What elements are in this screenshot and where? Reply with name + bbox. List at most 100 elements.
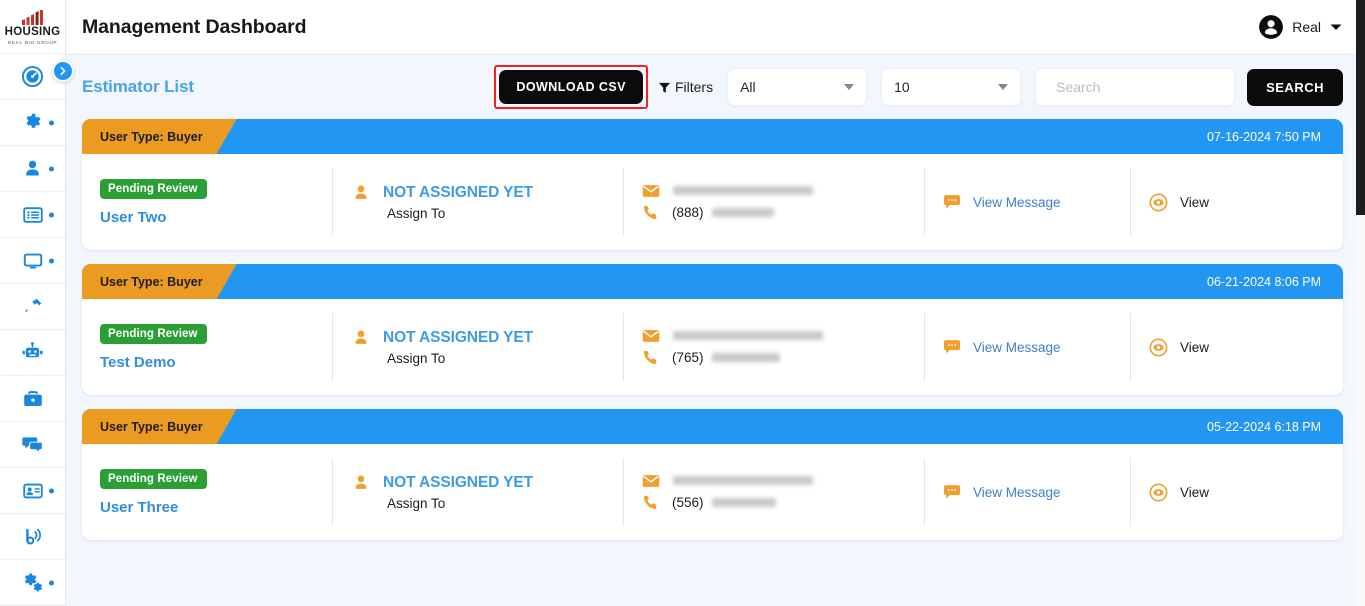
email-redacted bbox=[673, 476, 813, 485]
brand-logo[interactable]: HOUSING REAL BID GROUP bbox=[0, 0, 65, 54]
assignee-link[interactable]: NOT ASSIGNED YET bbox=[383, 184, 533, 202]
card-body: Pending Review Test Demo NOT ASSIGNED YE… bbox=[82, 299, 1343, 395]
search-button[interactable]: SEARCH bbox=[1247, 68, 1343, 106]
search-input[interactable] bbox=[1056, 79, 1238, 95]
filters-button[interactable]: Filters bbox=[658, 79, 713, 95]
assignee-row[interactable]: NOT ASSIGNED YET bbox=[351, 328, 605, 348]
assign-to-label: Assign To bbox=[387, 206, 446, 221]
page-size-select-value: 10 bbox=[894, 79, 910, 95]
app-root: HOUSING REAL BID GROUP Management Dashbo… bbox=[0, 0, 1365, 606]
chevron-right-icon bbox=[60, 66, 66, 76]
user-type-select[interactable]: All bbox=[727, 68, 868, 106]
card-header: User Type: Buyer 05-22-2024 6:18 PM bbox=[82, 409, 1343, 444]
card-view-column: View bbox=[1131, 154, 1343, 250]
phone-row[interactable]: (888) bbox=[642, 204, 906, 221]
assign-to-label: Assign To bbox=[387, 351, 446, 366]
status-badge: Pending Review bbox=[100, 323, 207, 344]
view-button[interactable]: View bbox=[1149, 338, 1209, 357]
card-name-column: Pending Review User Two bbox=[82, 154, 332, 250]
sidebar: HOUSING REAL BID GROUP bbox=[0, 0, 66, 606]
sidebar-dot bbox=[49, 580, 54, 585]
download-csv-button[interactable]: DOWNLOAD CSV bbox=[499, 70, 643, 104]
chevron-down-icon bbox=[1330, 24, 1342, 30]
estimator-card: User Type: Buyer 06-21-2024 8:06 PM Pend… bbox=[82, 264, 1343, 395]
hammer-icon bbox=[24, 298, 41, 312]
card-header: User Type: Buyer 06-21-2024 8:06 PM bbox=[82, 264, 1343, 299]
gear-icon bbox=[26, 113, 41, 128]
view-button[interactable]: View bbox=[1149, 193, 1209, 212]
card-date: 06-21-2024 8:06 PM bbox=[1207, 274, 1321, 289]
sidebar-item-lists[interactable] bbox=[0, 192, 65, 238]
customer-name-link[interactable]: User Two bbox=[100, 209, 314, 226]
page-scrollbar-thumb[interactable] bbox=[1356, 0, 1365, 215]
assign-to-label: Assign To bbox=[387, 496, 446, 511]
card-view-column: View bbox=[1131, 444, 1343, 540]
view-label: View bbox=[1180, 339, 1210, 355]
person-icon bbox=[355, 475, 367, 489]
section-title: Estimator List bbox=[82, 77, 194, 96]
sidebar-toggle-button[interactable] bbox=[52, 60, 74, 82]
list-icon bbox=[22, 206, 43, 223]
customer-name-link[interactable]: Test Demo bbox=[100, 354, 314, 371]
sidebar-item-settings[interactable] bbox=[0, 100, 65, 146]
chat-bubble-icon bbox=[944, 195, 960, 209]
estimator-card-list: User Type: Buyer 07-16-2024 7:50 PM Pend… bbox=[66, 119, 1365, 540]
user-menu[interactable]: Real bbox=[1258, 14, 1343, 40]
view-button[interactable]: View bbox=[1149, 483, 1209, 502]
chat-bubble-icon bbox=[944, 485, 960, 499]
phone-area-code: (765) bbox=[672, 349, 704, 365]
sidebar-item-broadcast[interactable] bbox=[0, 514, 65, 560]
person-icon bbox=[355, 330, 367, 344]
user-menu-label: Real bbox=[1292, 19, 1321, 35]
sidebar-item-tools[interactable] bbox=[0, 284, 65, 330]
person-icon bbox=[26, 160, 39, 176]
eye-icon bbox=[1149, 193, 1168, 211]
phone-icon bbox=[643, 495, 657, 509]
sidebar-item-advanced-settings[interactable] bbox=[0, 560, 65, 606]
page-title: Management Dashboard bbox=[82, 15, 307, 38]
phone-row[interactable]: (765) bbox=[642, 349, 906, 366]
filters-label: Filters bbox=[674, 79, 714, 95]
phone-row[interactable]: (556) bbox=[642, 494, 906, 511]
assignee-row[interactable]: NOT ASSIGNED YET bbox=[351, 473, 605, 493]
chat-bubbles-icon bbox=[22, 437, 43, 454]
card-contact-column: (765) bbox=[624, 299, 924, 395]
sidebar-dot bbox=[49, 258, 54, 263]
sidebar-item-automation[interactable] bbox=[0, 330, 65, 376]
estimator-card: User Type: Buyer 07-16-2024 7:50 PM Pend… bbox=[82, 119, 1343, 250]
funnel-icon bbox=[658, 82, 671, 93]
phone-redacted bbox=[711, 207, 774, 217]
assignee-link[interactable]: NOT ASSIGNED YET bbox=[383, 474, 533, 492]
email-redacted bbox=[673, 331, 823, 340]
card-name-column: Pending Review User Three bbox=[82, 444, 332, 540]
card-contact-column: (888) bbox=[624, 154, 924, 250]
assignee-link[interactable]: NOT ASSIGNED YET bbox=[383, 329, 533, 347]
sidebar-item-jobs[interactable] bbox=[0, 376, 65, 422]
sidebar-item-messages[interactable] bbox=[0, 422, 65, 468]
card-name-column: Pending Review Test Demo bbox=[82, 299, 332, 395]
sidebar-item-monitor[interactable] bbox=[0, 238, 65, 284]
phone-redacted bbox=[711, 352, 780, 362]
monitor-icon bbox=[23, 253, 42, 269]
customer-name-link[interactable]: User Three bbox=[100, 499, 314, 516]
email-row[interactable] bbox=[642, 474, 906, 488]
email-row[interactable] bbox=[642, 184, 906, 198]
card-assign-column: NOT ASSIGNED YET Assign To bbox=[333, 154, 623, 250]
email-redacted bbox=[673, 186, 813, 195]
page-size-select[interactable]: 10 bbox=[881, 68, 1022, 106]
page-scrollbar[interactable] bbox=[1356, 0, 1365, 606]
sidebar-item-contacts[interactable] bbox=[0, 468, 65, 514]
search-box[interactable] bbox=[1035, 68, 1238, 106]
assignee-row[interactable]: NOT ASSIGNED YET bbox=[351, 183, 605, 203]
card-assign-column: NOT ASSIGNED YET Assign To bbox=[333, 299, 623, 395]
sidebar-nav bbox=[0, 54, 65, 606]
view-message-button[interactable]: View Message bbox=[943, 484, 1061, 500]
view-message-button[interactable]: View Message bbox=[943, 194, 1061, 210]
view-message-button[interactable]: View Message bbox=[943, 339, 1061, 355]
email-row[interactable] bbox=[642, 329, 906, 343]
card-message-column: View Message bbox=[925, 299, 1130, 395]
top-bar: Management Dashboard Real bbox=[66, 0, 1365, 55]
person-icon bbox=[355, 185, 367, 199]
brand-name: HOUSING bbox=[4, 26, 61, 39]
sidebar-item-users[interactable] bbox=[0, 146, 65, 192]
